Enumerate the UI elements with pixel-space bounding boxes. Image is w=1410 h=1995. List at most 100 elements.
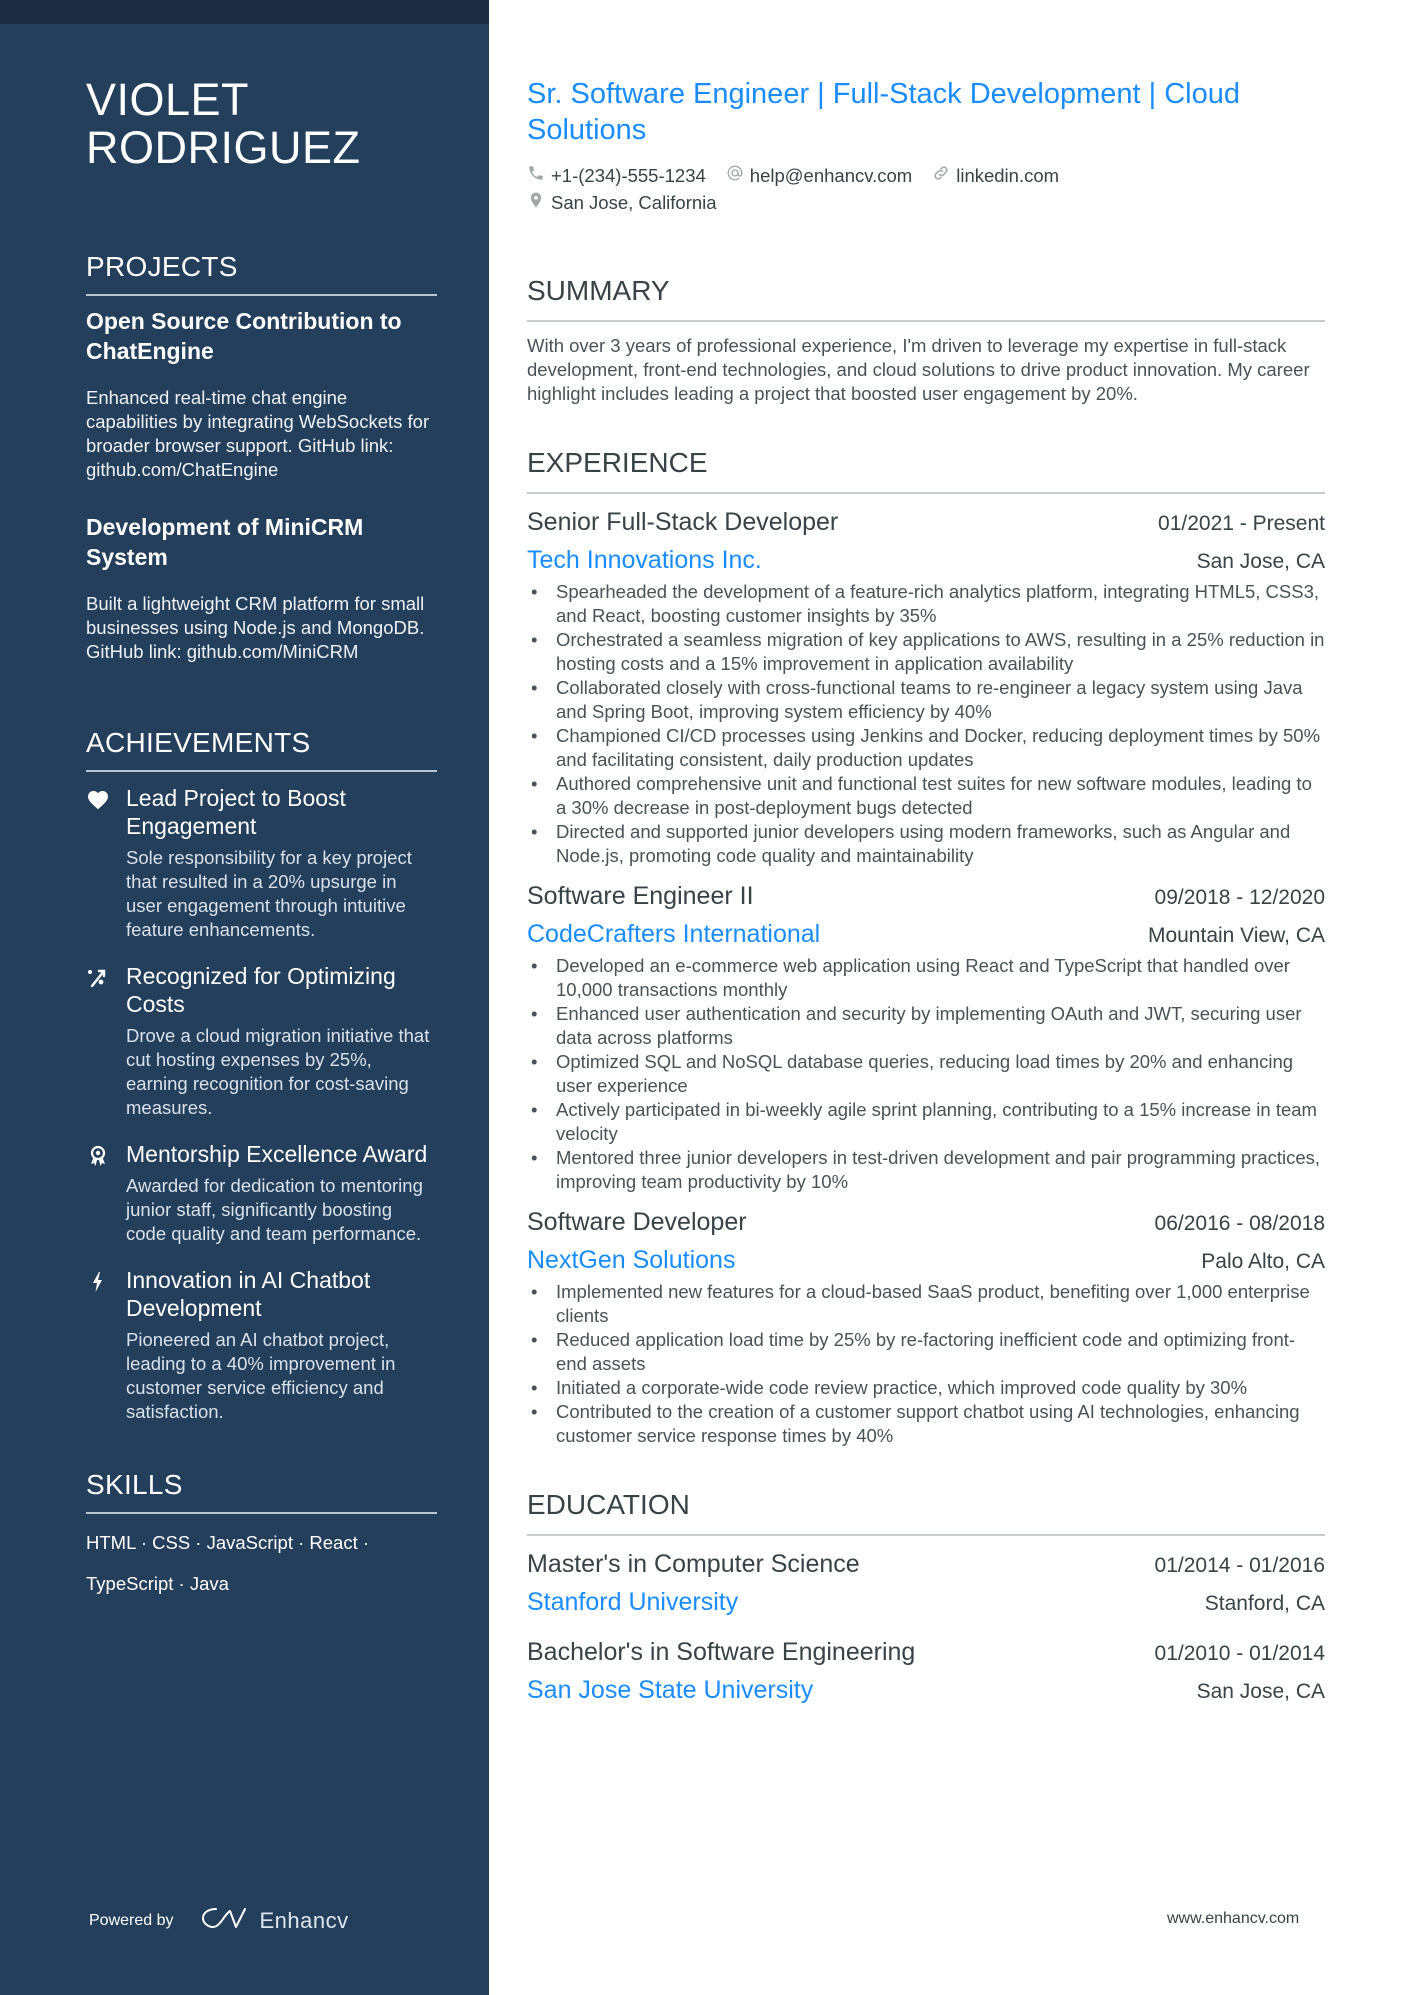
job-entry: Senior Full-Stack Developer 01/2021 - Pr… bbox=[527, 506, 1325, 868]
skills-section: SKILLS HTML · CSS · JavaScript · React ·… bbox=[86, 1468, 437, 1604]
job-bullet: Authored comprehensive unit and function… bbox=[527, 772, 1325, 820]
education-divider bbox=[527, 1534, 1325, 1536]
project-item: Open Source Contribution to ChatEngine E… bbox=[86, 306, 437, 482]
website-link[interactable]: www.enhancv.com bbox=[1167, 1910, 1299, 1928]
project-description: Enhanced real-time chat engine capabilit… bbox=[86, 387, 430, 480]
enhancv-logo-icon bbox=[200, 1905, 248, 1936]
skills-divider bbox=[86, 1512, 437, 1514]
sidebar-content: VIOLET RODRIGUEZ PROJECTS Open Source Co… bbox=[86, 76, 437, 1604]
job-bullet: Orchestrated a seamless migration of key… bbox=[527, 628, 1325, 676]
job-entry: Software Engineer II 09/2018 - 12/2020 C… bbox=[527, 880, 1325, 1194]
name-line-1: VIOLET bbox=[86, 74, 250, 125]
powered-by-label: Powered by bbox=[89, 1911, 174, 1929]
degree: Bachelor's in Software Engineering bbox=[527, 1638, 916, 1666]
experience-section: EXPERIENCE Senior Full-Stack Developer 0… bbox=[527, 446, 1325, 1448]
sidebar-top-band bbox=[0, 0, 489, 24]
link-icon bbox=[932, 162, 950, 189]
heart-icon bbox=[86, 784, 126, 942]
achievement-title: Recognized for Optimizing Costs bbox=[126, 963, 396, 1017]
location-text: San Jose, California bbox=[551, 192, 717, 213]
email-contact[interactable]: help@enhancv.com bbox=[726, 162, 912, 189]
name-line-2: RODRIGUEZ bbox=[86, 122, 361, 173]
achievement-item: Mentorship Excellence Award Awarded for … bbox=[86, 1140, 437, 1246]
experience-heading: EXPERIENCE bbox=[527, 447, 708, 478]
lightning-bolt-icon bbox=[86, 1266, 126, 1424]
project-title: Development of MiniCRM System bbox=[86, 514, 364, 570]
job-bullet: Actively participated in bi-weekly agile… bbox=[527, 1098, 1325, 1146]
skills-line: HTML · CSS · JavaScript · React · bbox=[86, 1532, 370, 1553]
skills-line: TypeScript · Java bbox=[86, 1573, 229, 1594]
achievement-item: Lead Project to Boost Engagement Sole re… bbox=[86, 784, 437, 942]
projects-divider bbox=[86, 294, 437, 296]
candidate-name: VIOLET RODRIGUEZ bbox=[86, 76, 437, 172]
job-bullet: Optimized SQL and NoSQL database queries… bbox=[527, 1050, 1325, 1098]
job-bullets: Spearheaded the development of a feature… bbox=[527, 580, 1325, 868]
projects-section: PROJECTS Open Source Contribution to Cha… bbox=[86, 250, 437, 664]
education-heading: EDUCATION bbox=[527, 1489, 690, 1520]
school[interactable]: San Jose State University bbox=[527, 1674, 813, 1706]
education-dates: 01/2010 - 01/2014 bbox=[1154, 1642, 1325, 1665]
at-icon bbox=[726, 162, 744, 189]
project-description: Built a lightweight CRM platform for sma… bbox=[86, 593, 425, 662]
education-entry: Master's in Computer Science 01/2014 - 0… bbox=[527, 1548, 1325, 1618]
job-company[interactable]: NextGen Solutions bbox=[527, 1244, 735, 1276]
job-location: Palo Alto, CA bbox=[1201, 1250, 1325, 1273]
main-content: Sr. Software Engineer | Full-Stack Devel… bbox=[527, 76, 1325, 1706]
school[interactable]: Stanford University bbox=[527, 1586, 738, 1618]
job-company[interactable]: CodeCrafters International bbox=[527, 918, 820, 950]
award-ribbon-icon bbox=[86, 1140, 126, 1246]
summary-divider bbox=[527, 320, 1325, 322]
phone-icon bbox=[527, 162, 545, 189]
skills-heading: SKILLS bbox=[86, 1469, 183, 1500]
job-bullet: Contributed to the creation of a custome… bbox=[527, 1400, 1325, 1448]
achievement-title: Lead Project to Boost Engagement bbox=[126, 785, 346, 839]
job-dates: 09/2018 - 12/2020 bbox=[1154, 886, 1325, 909]
achievements-heading: ACHIEVEMENTS bbox=[86, 727, 311, 758]
job-bullets: Developed an e-commerce web application … bbox=[527, 954, 1325, 1194]
email-address: help@enhancv.com bbox=[749, 165, 913, 186]
phone-contact[interactable]: +1-(234)-555-1234 bbox=[527, 162, 706, 189]
achievement-item: Recognized for Optimizing Costs Drove a … bbox=[86, 962, 437, 1120]
job-bullet: Spearheaded the development of a feature… bbox=[527, 580, 1325, 628]
location-pin-icon bbox=[527, 189, 545, 216]
sidebar: VIOLET RODRIGUEZ PROJECTS Open Source Co… bbox=[0, 0, 489, 1995]
linkedin-contact[interactable]: linkedin.com bbox=[932, 162, 1059, 189]
achievement-description: Pioneered an AI chatbot project, leading… bbox=[126, 1329, 396, 1422]
job-company[interactable]: Tech Innovations Inc. bbox=[527, 544, 762, 576]
job-location: Mountain View, CA bbox=[1147, 924, 1325, 947]
job-bullet: Directed and supported junior developers… bbox=[527, 820, 1325, 868]
job-bullet: Mentored three junior developers in test… bbox=[527, 1146, 1325, 1194]
achievements-divider bbox=[86, 770, 437, 772]
education-location: San Jose, CA bbox=[1196, 1680, 1325, 1703]
achievement-title: Innovation in AI Chatbot Development bbox=[126, 1267, 371, 1321]
degree: Master's in Computer Science bbox=[527, 1550, 860, 1578]
achievement-description: Drove a cloud migration initiative that … bbox=[126, 1025, 430, 1118]
achievements-section: ACHIEVEMENTS Lead Project to Boost Engag… bbox=[86, 726, 437, 1424]
percent-arrow-icon bbox=[86, 962, 126, 1120]
job-bullet: Championed CI/CD processes using Jenkins… bbox=[527, 724, 1325, 772]
projects-heading: PROJECTS bbox=[86, 251, 238, 282]
job-bullet: Implemented new features for a cloud-bas… bbox=[527, 1280, 1325, 1328]
project-item: Development of MiniCRM System Built a li… bbox=[86, 512, 437, 664]
job-bullet: Collaborated closely with cross-function… bbox=[527, 676, 1325, 724]
enhancv-logo[interactable]: Enhancv bbox=[200, 1905, 349, 1936]
job-entry: Software Developer 06/2016 - 08/2018 Nex… bbox=[527, 1206, 1325, 1448]
job-dates: 01/2021 - Present bbox=[1158, 512, 1325, 535]
linkedin-url: linkedin.com bbox=[956, 165, 1060, 186]
job-bullet: Developed an e-commerce web application … bbox=[527, 954, 1325, 1002]
job-title: Software Developer bbox=[527, 1208, 747, 1236]
powered-by: Powered by Enhancv bbox=[89, 1905, 349, 1936]
job-title: Senior Full-Stack Developer bbox=[527, 508, 839, 536]
education-location: Stanford, CA bbox=[1204, 1592, 1325, 1615]
achievement-description: Awarded for dedication to mentoring juni… bbox=[126, 1175, 423, 1244]
resume-header: Sr. Software Engineer | Full-Stack Devel… bbox=[527, 76, 1325, 216]
achievement-description: Sole responsibility for a key project th… bbox=[126, 847, 412, 940]
achievement-title: Mentorship Excellence Award bbox=[126, 1141, 428, 1167]
location-contact: San Jose, California bbox=[527, 189, 717, 216]
summary-section: SUMMARY With over 3 years of professiona… bbox=[527, 274, 1325, 406]
education-dates: 01/2014 - 01/2016 bbox=[1154, 1554, 1325, 1577]
job-title: Software Engineer II bbox=[527, 882, 754, 910]
education-entry: Bachelor's in Software Engineering 01/20… bbox=[527, 1636, 1325, 1706]
education-section: EDUCATION Master's in Computer Science 0… bbox=[527, 1488, 1325, 1706]
summary-text: With over 3 years of professional experi… bbox=[527, 335, 1310, 404]
